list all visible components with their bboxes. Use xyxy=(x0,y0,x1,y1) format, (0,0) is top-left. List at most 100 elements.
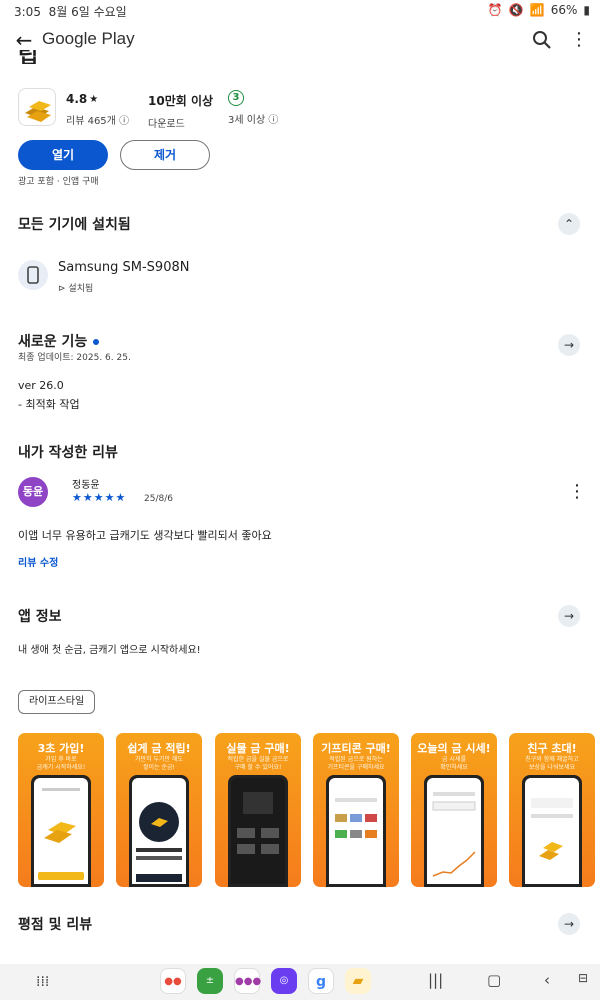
screenshot-title: 기프티콘 구매! xyxy=(321,742,391,755)
screenshot-4[interactable]: 기프티콘 구매! 적립된 금으로 원하는 기프티콘을 구매하세요 xyxy=(313,733,399,887)
screenshot-subtitle: 가만히 두기만 해도 쌓이는 순금! xyxy=(135,756,183,771)
back-icon[interactable]: ← xyxy=(12,28,36,52)
new-dot xyxy=(93,339,100,345)
shop-screen-icon xyxy=(237,792,279,854)
last-updated: 최종 업데이트: 2025. 6. 25. xyxy=(18,353,131,363)
screenshot-title: 실물 금 구매! xyxy=(226,742,290,755)
screenshot-carousel[interactable]: 3초 가입! 가입 후 바로 금캐기 시작하세요! 쉽게 금 적립! 가만히 두기… xyxy=(18,733,600,887)
navigation-bar: ⁞⁞⁞ ●● ± ●●● ◎ g ▰ ||| ▢ ‹ ⊟ xyxy=(0,964,600,1000)
screenshot-subtitle: 가입 후 바로 금캐기 시작하세요! xyxy=(36,756,86,771)
dock: ●● ± ●●● ◎ g ▰ xyxy=(160,968,371,994)
device-name: Samsung SM-S908N xyxy=(58,260,190,275)
back-nav-icon[interactable]: ‹ xyxy=(544,971,550,989)
age-rating-stat[interactable]: 3 3세 이상 ⓘ xyxy=(228,90,278,126)
my-review-heading: 내가 작성한 리뷰 xyxy=(18,445,118,461)
screenshot-subtitle: 적립한 금을 실물 금으로 구매 할 수 있어요! xyxy=(227,756,289,771)
reviews-count: 리뷰 465개 xyxy=(66,116,116,127)
info-icon: ⓘ xyxy=(119,116,130,127)
phone-mockup xyxy=(31,775,91,887)
app-icon xyxy=(18,88,56,126)
remove-button[interactable]: 제거 xyxy=(120,140,210,170)
age-rating-label: 3세 이상 xyxy=(228,115,266,126)
gold-app-icon[interactable]: ▰ xyxy=(345,968,371,994)
update-note: - 최적화 작업 xyxy=(18,398,80,411)
arrow-right-icon[interactable]: → xyxy=(558,913,580,935)
wifi-icon: 📶 xyxy=(529,3,545,17)
dock-app-icon[interactable]: g xyxy=(308,968,334,994)
open-button[interactable]: 열기 xyxy=(18,140,108,170)
ads-note: 광고 포함 · 인앱 구매 xyxy=(18,177,99,187)
status-date: 8월 6일 수요일 xyxy=(48,5,127,19)
screenshot-title: 오늘의 금 시세! xyxy=(417,742,491,755)
screenshot-title: 3초 가입! xyxy=(37,742,85,755)
screenshot-subtitle: 금 시세를 확인하세요 xyxy=(440,756,468,771)
gold-bar-icon xyxy=(25,101,51,122)
app-title-fragment: 립 xyxy=(18,50,39,64)
phone-mockup xyxy=(424,775,484,887)
dock-app-icon[interactable]: ●● xyxy=(160,968,186,994)
dock-app-icon[interactable]: ●●● xyxy=(234,968,261,994)
screenshot-subtitle: 친구와 함께 채굴하고 보상을 나눠보세요 xyxy=(525,756,579,771)
phone-mockup xyxy=(228,775,288,887)
screenshot-1[interactable]: 3초 가입! 가입 후 바로 금캐기 시작하세요! xyxy=(18,733,104,887)
app-info-heading: 앱 정보 xyxy=(18,609,62,625)
arrow-right-icon[interactable]: → xyxy=(558,334,580,356)
info-icon: ⓘ xyxy=(268,115,279,126)
version-text: ver 26.0 xyxy=(18,379,64,392)
mute-icon: 🔇 xyxy=(508,3,524,17)
phone-icon xyxy=(27,266,39,284)
price-chart-icon xyxy=(432,792,476,877)
app-bar: ← Google Play ⋮ xyxy=(0,20,600,60)
rating-stat[interactable]: 4.8 ★ 리뷰 465개 ⓘ xyxy=(66,92,129,127)
screenshot-6[interactable]: 친구 초대! 친구와 함께 채굴하고 보상을 나눠보세요 xyxy=(509,733,595,887)
collapse-chevron-icon[interactable]: ⌃ xyxy=(558,213,580,235)
whats-new-heading: 새로운 기능 xyxy=(18,331,100,351)
more-options-icon[interactable]: ⋮ xyxy=(570,28,588,52)
nav-extra-icon[interactable]: ⊟ xyxy=(578,971,588,985)
page-title: Google Play xyxy=(42,29,135,48)
app-drawer-icon[interactable]: ⁞⁞⁞ xyxy=(36,974,49,990)
battery-level: 66% xyxy=(550,3,578,17)
phone-mockup xyxy=(522,775,582,887)
screenshot-title: 쉽게 금 적립! xyxy=(127,742,191,755)
battery-icon: ▮ xyxy=(583,3,590,17)
screenshot-subtitle: 적립된 금으로 원하는 기프티콘을 구매하세요 xyxy=(327,756,385,771)
internet-icon[interactable]: ◎ xyxy=(271,968,297,994)
reviewer-name: 정동윤 xyxy=(72,480,100,491)
review-more-icon[interactable]: ⋮ xyxy=(568,483,586,501)
star-icon: ★ xyxy=(89,93,99,105)
home-icon[interactable]: ▢ xyxy=(487,971,501,989)
mining-screen-icon xyxy=(136,802,182,882)
downloads-stat: 10만회 이상 다운로드 xyxy=(148,92,213,130)
recents-icon[interactable]: ||| xyxy=(428,971,443,989)
phone-mockup xyxy=(129,775,189,887)
alarm-icon: ⏰ xyxy=(487,3,503,17)
installed-check-icon: ⊳ xyxy=(58,284,66,294)
phone-mockup xyxy=(326,775,386,887)
screenshot-title: 친구 초대! xyxy=(527,742,577,755)
rating-value: 4.8 xyxy=(66,92,88,106)
invite-screen-icon xyxy=(531,798,573,860)
gold-bar-icon xyxy=(38,788,84,880)
device-status: 설치됨 xyxy=(68,284,94,294)
ratings-heading: 평점 및 리뷰 xyxy=(18,917,93,933)
screenshot-2[interactable]: 쉽게 금 적립! 가만히 두기만 해도 쌓이는 순금! xyxy=(116,733,202,887)
app-description: 내 생애 첫 순금, 금캐기 앱으로 시작하세요! xyxy=(18,645,201,656)
installed-heading: 모든 기기에 설치됨 xyxy=(18,217,131,233)
arrow-right-icon[interactable]: → xyxy=(558,605,580,627)
calculator-icon[interactable]: ± xyxy=(197,968,223,994)
review-text: 이앱 너무 유용하고 급캐기도 생각보다 빨리되서 좋아요 xyxy=(18,529,272,542)
screenshot-3[interactable]: 실물 금 구매! 적립한 금을 실물 금으로 구매 할 수 있어요! xyxy=(215,733,301,887)
category-chip[interactable]: 라이프스타일 xyxy=(18,690,96,714)
age-rating-badge: 3 xyxy=(228,90,244,106)
avatar: 동윤 xyxy=(18,477,48,507)
gifticon-screen-icon xyxy=(335,798,377,838)
review-date: 25/8/6 xyxy=(144,494,173,504)
search-icon[interactable] xyxy=(530,28,554,52)
device-icon xyxy=(18,260,48,290)
downloads-label: 다운로드 xyxy=(148,119,185,130)
edit-review-link[interactable]: 리뷰 수정 xyxy=(18,554,58,569)
screenshot-5[interactable]: 오늘의 금 시세! 금 시세를 확인하세요 xyxy=(411,733,497,887)
downloads-value: 10만회 이상 xyxy=(148,94,214,108)
status-bar: 3:05 8월 6일 수요일 ⏰ 🔇 📶 66% ▮ xyxy=(0,0,600,20)
